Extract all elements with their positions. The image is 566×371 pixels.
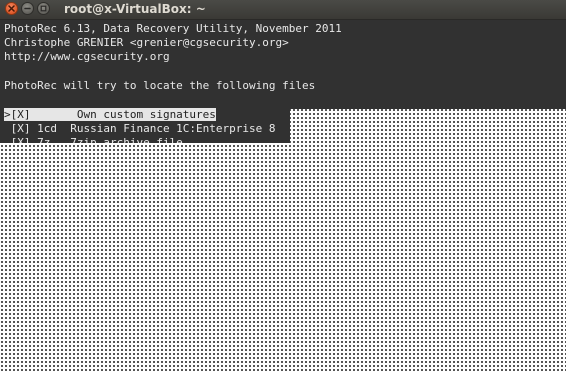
- file-type-row[interactable]: [X] 7z 7zip archive file: [4, 136, 183, 143]
- author-line: Christophe GRENIER <grenier@cgsecurity.o…: [4, 36, 289, 49]
- website-line: http://www.cgsecurity.org: [4, 50, 170, 63]
- maximize-button[interactable]: [37, 2, 50, 15]
- window-title: root@x-VirtualBox: ~: [64, 2, 206, 16]
- terminal-window: root@x-VirtualBox: ~ PhotoRec 6.13, Data…: [0, 0, 566, 371]
- file-type-label: >[X] Own custom signatures: [4, 108, 216, 121]
- terminal-header-region: PhotoRec 6.13, Data Recovery Utility, No…: [0, 20, 566, 109]
- close-button[interactable]: [5, 2, 18, 15]
- file-type-list: >[X] Own custom signatures [X] 1cd Russi…: [0, 108, 290, 143]
- maximize-icon: [40, 5, 47, 12]
- minimize-icon: [24, 7, 31, 10]
- file-type-row-selected[interactable]: >[X] Own custom signatures: [4, 108, 216, 122]
- title-bar[interactable]: root@x-VirtualBox: ~: [0, 0, 566, 20]
- minimize-button[interactable]: [21, 2, 34, 15]
- terminal-area[interactable]: PhotoRec 6.13, Data Recovery Utility, No…: [0, 20, 566, 371]
- file-type-row[interactable]: [X] 1cd Russian Finance 1C:Enterprise 8: [4, 122, 276, 136]
- intro-line: PhotoRec will try to locate the followin…: [4, 79, 316, 92]
- close-icon: [8, 5, 15, 12]
- program-version-line: PhotoRec 6.13, Data Recovery Utility, No…: [4, 22, 342, 35]
